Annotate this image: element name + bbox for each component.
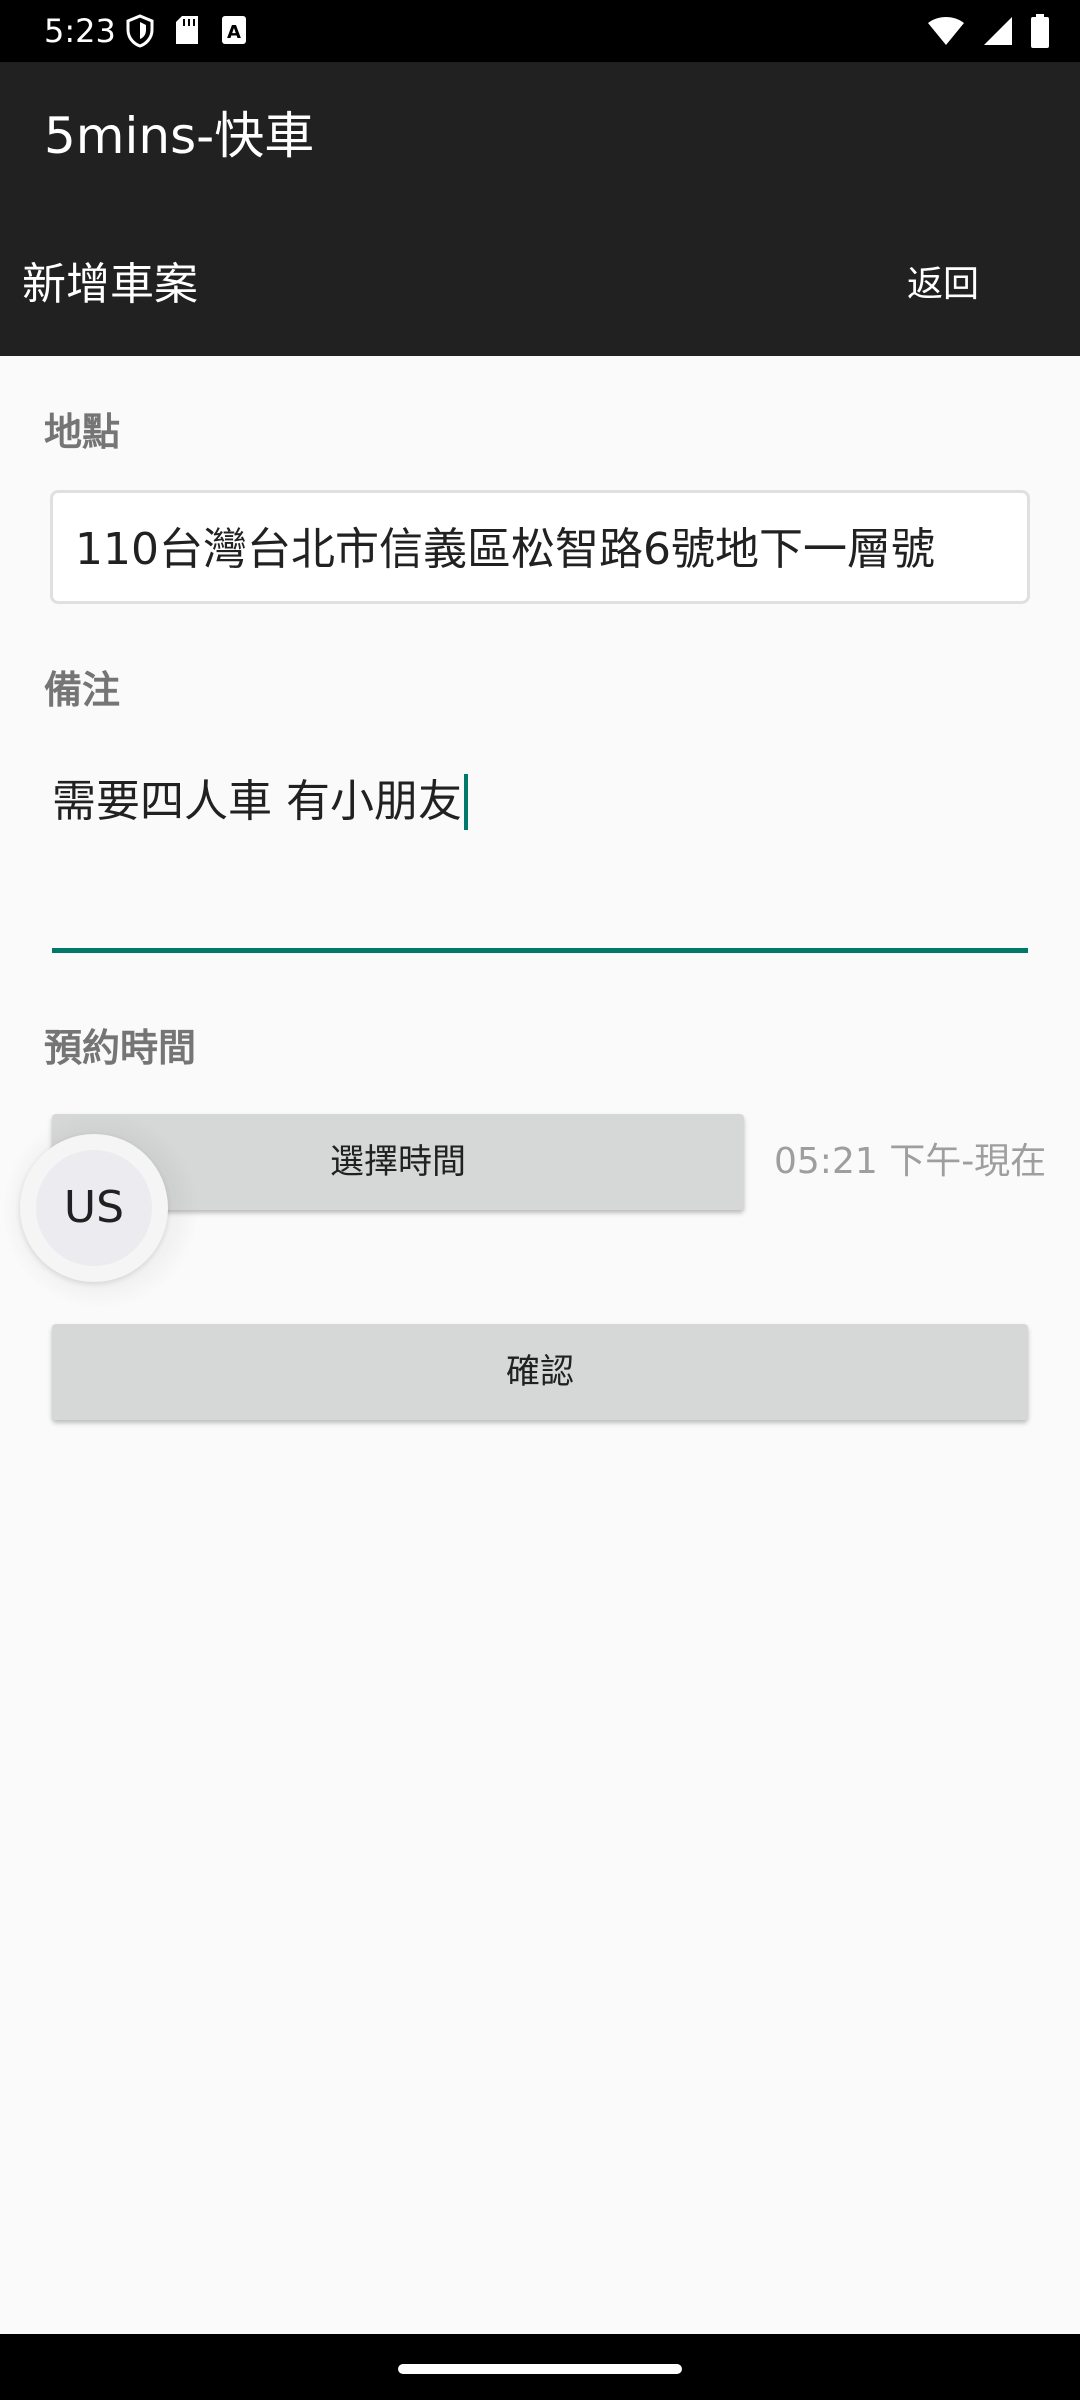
note-label: 備注 [44, 668, 121, 712]
note-field-underline [52, 948, 1028, 953]
keyboard-a-icon: A [220, 14, 248, 48]
app-title: 5mins-快車 [44, 107, 315, 165]
status-bar: 5:23 A [0, 0, 1080, 62]
location-field[interactable]: 110台灣台北市信義區松智路6號地下一層號 [50, 490, 1030, 604]
floating-avatar-label: US [36, 1150, 152, 1266]
back-button[interactable]: 返回 [870, 252, 1016, 318]
location-value: 110台灣台北市信義區松智路6號地下一層號 [75, 524, 935, 575]
status-right-icons [926, 14, 1050, 48]
note-value: 需要四人車 有小朋友 [52, 776, 462, 827]
wifi-icon [926, 15, 966, 47]
battery-icon [1030, 14, 1050, 48]
app-bar: 5mins-快車 新增車案 返回 [0, 62, 1080, 356]
status-left-icons: A [126, 14, 248, 48]
page-title: 新增車案 [22, 259, 198, 310]
text-cursor [464, 774, 468, 830]
cell-signal-icon [982, 15, 1014, 47]
confirm-button[interactable]: 確認 [52, 1324, 1028, 1420]
navigation-bar [0, 2334, 1080, 2400]
home-indicator[interactable] [398, 2364, 682, 2374]
shield-icon [126, 14, 154, 48]
note-field[interactable]: 需要四人車 有小朋友 [52, 774, 468, 830]
status-time: 5:23 [44, 12, 116, 50]
sd-card-icon [174, 14, 200, 48]
time-value: 05:21 下午-現在 [774, 1141, 1047, 1182]
svg-text:A: A [227, 22, 241, 43]
floating-avatar-button[interactable]: US [20, 1134, 168, 1282]
location-label: 地點 [44, 410, 121, 454]
time-label: 預約時間 [44, 1026, 197, 1070]
